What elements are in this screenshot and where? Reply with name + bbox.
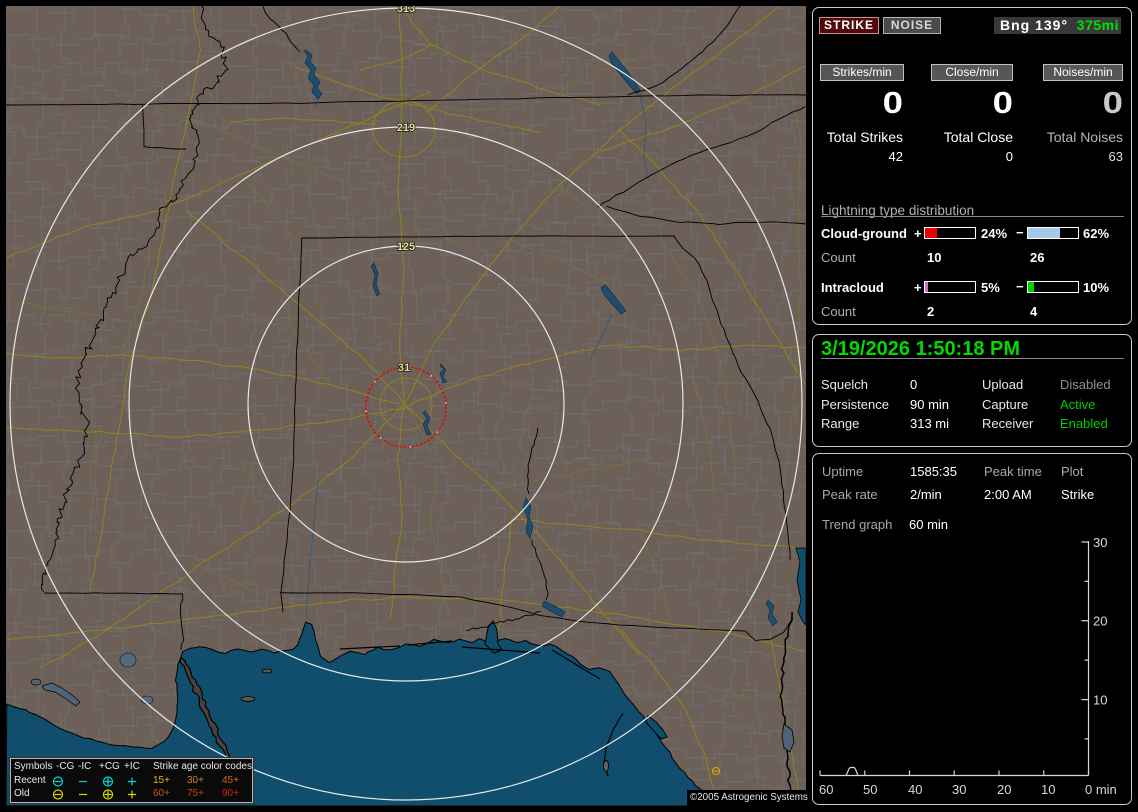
svg-text:125: 125 [397,241,415,253]
svg-text:10: 10 [1093,693,1107,708]
svg-text:31: 31 [398,362,410,374]
svg-text:219: 219 [397,122,415,134]
svg-text:30: 30 [1093,535,1107,550]
svg-text:20: 20 [1093,614,1107,629]
svg-text:313: 313 [397,6,415,15]
